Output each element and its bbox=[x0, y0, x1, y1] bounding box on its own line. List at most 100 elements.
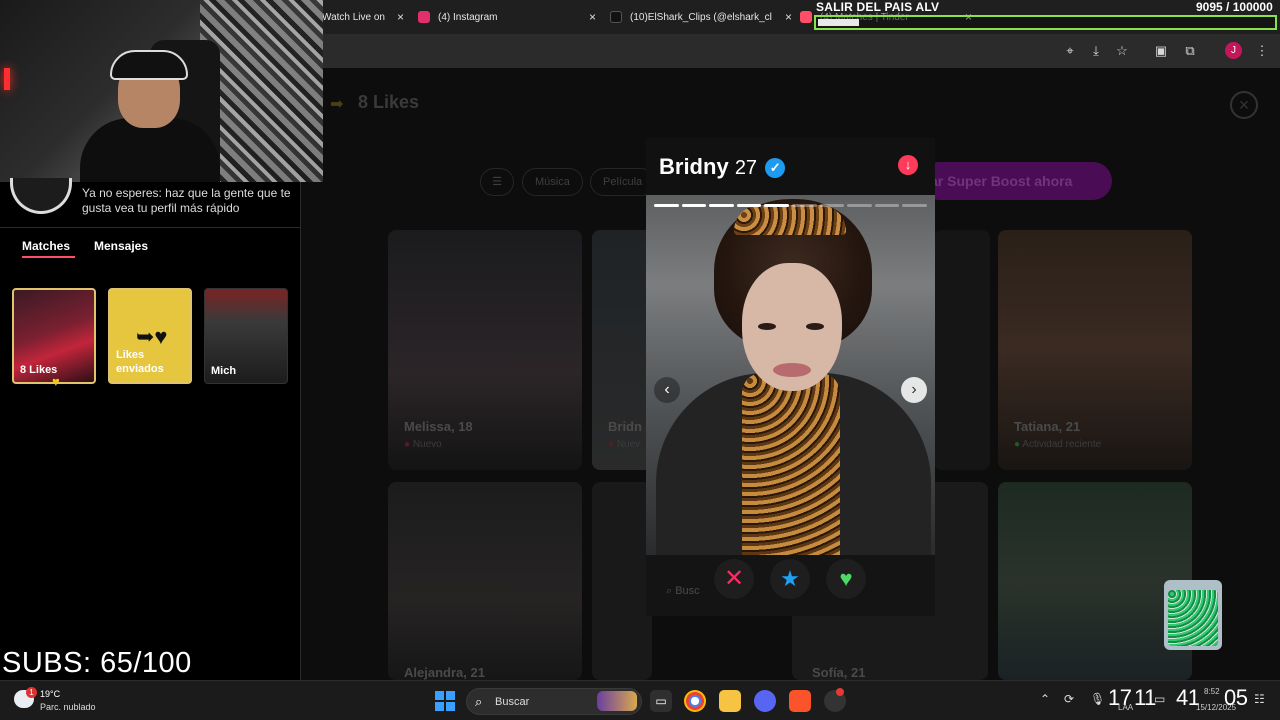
like-card[interactable]: Tatiana, 21 ● Actividad reciente bbox=[998, 230, 1192, 470]
super-boost-button[interactable]: ar Super Boost ahora bbox=[920, 162, 1112, 200]
tab-instagram[interactable]: (4) Instagram × bbox=[418, 6, 596, 28]
task-view-icon[interactable]: ▭ bbox=[650, 690, 672, 712]
match-card-mich[interactable]: Mich bbox=[204, 288, 288, 384]
like-card[interactable]: Bridn ● Nuev bbox=[592, 230, 652, 470]
menu-kebab-icon[interactable]: ⋮ bbox=[1254, 43, 1270, 59]
profile-action-bar: ⌕ Busc ✕ ★ ♥ bbox=[646, 555, 935, 616]
discord-icon[interactable] bbox=[754, 690, 776, 712]
location-icon[interactable]: ⌖ bbox=[1062, 43, 1078, 59]
photo-progress-segment bbox=[736, 204, 762, 207]
photo-shape bbox=[806, 323, 824, 330]
super-like-button[interactable]: ★ bbox=[770, 559, 810, 599]
likes-card[interactable]: 8 Likes bbox=[12, 288, 96, 384]
photo-progress-segment bbox=[654, 204, 679, 207]
like-card[interactable] bbox=[592, 482, 652, 680]
subs-counter: SUBS: 65/100 bbox=[2, 647, 192, 679]
like-card-name: Tatiana, 21 bbox=[1014, 419, 1081, 434]
like-card-name: Sofía, 21 bbox=[812, 665, 866, 680]
verified-badge-icon: ✓ bbox=[765, 158, 786, 178]
tinder-flame-icon bbox=[800, 11, 812, 23]
like-card-name: Alejandra, 21 bbox=[404, 665, 485, 680]
photo-shape bbox=[742, 373, 840, 555]
tinder-sidebar: Ya no esperes: haz que la gente que te g… bbox=[0, 178, 301, 680]
system-time[interactable]: 8:52 bbox=[1204, 687, 1220, 696]
profile-avatar[interactable]: J bbox=[1225, 42, 1242, 59]
boost-avatar[interactable] bbox=[10, 178, 72, 214]
divider bbox=[0, 227, 301, 228]
network-icon[interactable]: ▭ bbox=[1154, 692, 1165, 706]
like-card[interactable] bbox=[998, 482, 1192, 680]
like-card[interactable] bbox=[934, 230, 990, 470]
like-card-status: ● Nuev bbox=[608, 439, 641, 450]
likes-icon: ➡ bbox=[330, 96, 344, 113]
likes-page-title: 8 Likes bbox=[358, 92, 420, 112]
photo-progress-segment bbox=[874, 204, 900, 207]
stream-goal-fill bbox=[818, 19, 859, 26]
bookmark-star-icon[interactable]: ☆ bbox=[1114, 43, 1130, 59]
windows-taskbar: 1 19°C Parc. nublado ⌕ Buscar ▭ ⌃ ⟳ 🎙 17… bbox=[0, 680, 1280, 720]
like-card-status: ● Nuevo bbox=[404, 439, 442, 450]
hearts-stack-icon: ➥♥ bbox=[136, 324, 168, 349]
sync-icon[interactable]: ⟳ bbox=[1064, 692, 1074, 706]
photo-progress-segment bbox=[847, 204, 872, 207]
microphone-icon[interactable]: 🎙 bbox=[1090, 692, 1105, 706]
recording-dot-icon bbox=[836, 688, 844, 696]
tab-close-icon[interactable]: × bbox=[785, 10, 792, 24]
recycle-bin-icon[interactable] bbox=[1164, 580, 1222, 650]
weather-temperature[interactable]: 19°C bbox=[40, 689, 60, 699]
likes-sent-card[interactable]: ➥♥ Likes enviados bbox=[108, 288, 192, 384]
tab-close-icon[interactable]: × bbox=[589, 10, 596, 24]
tab-matches[interactable]: Matches bbox=[22, 239, 70, 253]
nope-button[interactable]: ✕ bbox=[714, 559, 754, 599]
next-photo-chevron-icon[interactable]: › bbox=[901, 377, 927, 403]
profile-photo[interactable] bbox=[646, 195, 935, 555]
stream-goal-count: 9095 / 100000 bbox=[1196, 0, 1273, 14]
search-label: Buscar bbox=[495, 696, 530, 708]
file-explorer-icon[interactable] bbox=[719, 690, 741, 712]
like-card[interactable]: Melissa, 18 ● Nuevo bbox=[388, 230, 582, 470]
overlay-clock-minutes: 11 bbox=[1134, 685, 1156, 710]
tab-messages[interactable]: Mensajes bbox=[94, 239, 148, 253]
screenshot-icon[interactable]: ▣ bbox=[1153, 43, 1169, 59]
weather-description[interactable]: Parc. nublado bbox=[40, 702, 96, 712]
like-card[interactable]: Alejandra, 21 bbox=[388, 482, 582, 680]
tab-close-icon[interactable]: × bbox=[397, 10, 404, 24]
windows-start-icon[interactable] bbox=[435, 691, 455, 711]
collapse-profile-button[interactable]: ↓ bbox=[898, 155, 918, 175]
filter-icon[interactable]: ☰ bbox=[480, 168, 514, 196]
chevron-up-icon[interactable]: ⌃ bbox=[1040, 692, 1050, 706]
chip-music[interactable]: Música bbox=[522, 168, 583, 196]
profile-age: 27 bbox=[734, 157, 758, 179]
photo-progress-segment bbox=[791, 204, 817, 207]
profile-modal: Bridny 27 ✓ ↓ ‹ › ⌕ Busc ✕ ★ ♥ bbox=[646, 138, 935, 616]
like-card-name: Bridn bbox=[608, 419, 642, 434]
photo-progress-segment bbox=[709, 204, 734, 207]
gold-heart-icon: ♥ bbox=[52, 374, 60, 389]
taskbar-search[interactable]: ⌕ Buscar bbox=[466, 688, 642, 715]
brave-icon[interactable] bbox=[789, 690, 811, 712]
boost-promo-text[interactable]: Ya no esperes: haz que la gente que te g… bbox=[82, 186, 297, 216]
profile-name: Bridny bbox=[659, 154, 729, 179]
tab-twitch[interactable]: Watch Live on × bbox=[322, 6, 404, 28]
close-icon[interactable]: × bbox=[1230, 91, 1258, 119]
like-button[interactable]: ♥ bbox=[826, 559, 866, 599]
extensions-icon[interactable]: ⧉ bbox=[1182, 43, 1198, 59]
photo-shape bbox=[734, 205, 846, 235]
chrome-icon[interactable] bbox=[684, 690, 706, 712]
notifications-icon[interactable]: ☷ bbox=[1254, 692, 1265, 706]
photo-shape bbox=[773, 363, 811, 377]
tab-tiktok[interactable]: (10)ElShark_Clips (@elshark_cl × bbox=[610, 6, 792, 28]
likes-sent-label: Likes enviados bbox=[116, 349, 164, 375]
webcam-overlay bbox=[0, 0, 323, 182]
photo-shape bbox=[758, 323, 776, 330]
install-icon[interactable]: ⤓ bbox=[1088, 43, 1104, 59]
previous-photo-chevron-icon[interactable]: ‹ bbox=[654, 377, 680, 403]
language-indicator[interactable]: LAA bbox=[1118, 703, 1133, 712]
stream-goal-title: SALIR DEL PAIS ALV bbox=[816, 0, 940, 14]
webcam-scene bbox=[4, 68, 10, 90]
photo-progress-segment bbox=[819, 204, 845, 207]
stream-goal-bar bbox=[814, 15, 1277, 30]
active-tab-underline bbox=[22, 256, 75, 258]
tiktok-icon bbox=[610, 11, 622, 23]
overlay-clock-extra: 05 bbox=[1224, 685, 1248, 710]
